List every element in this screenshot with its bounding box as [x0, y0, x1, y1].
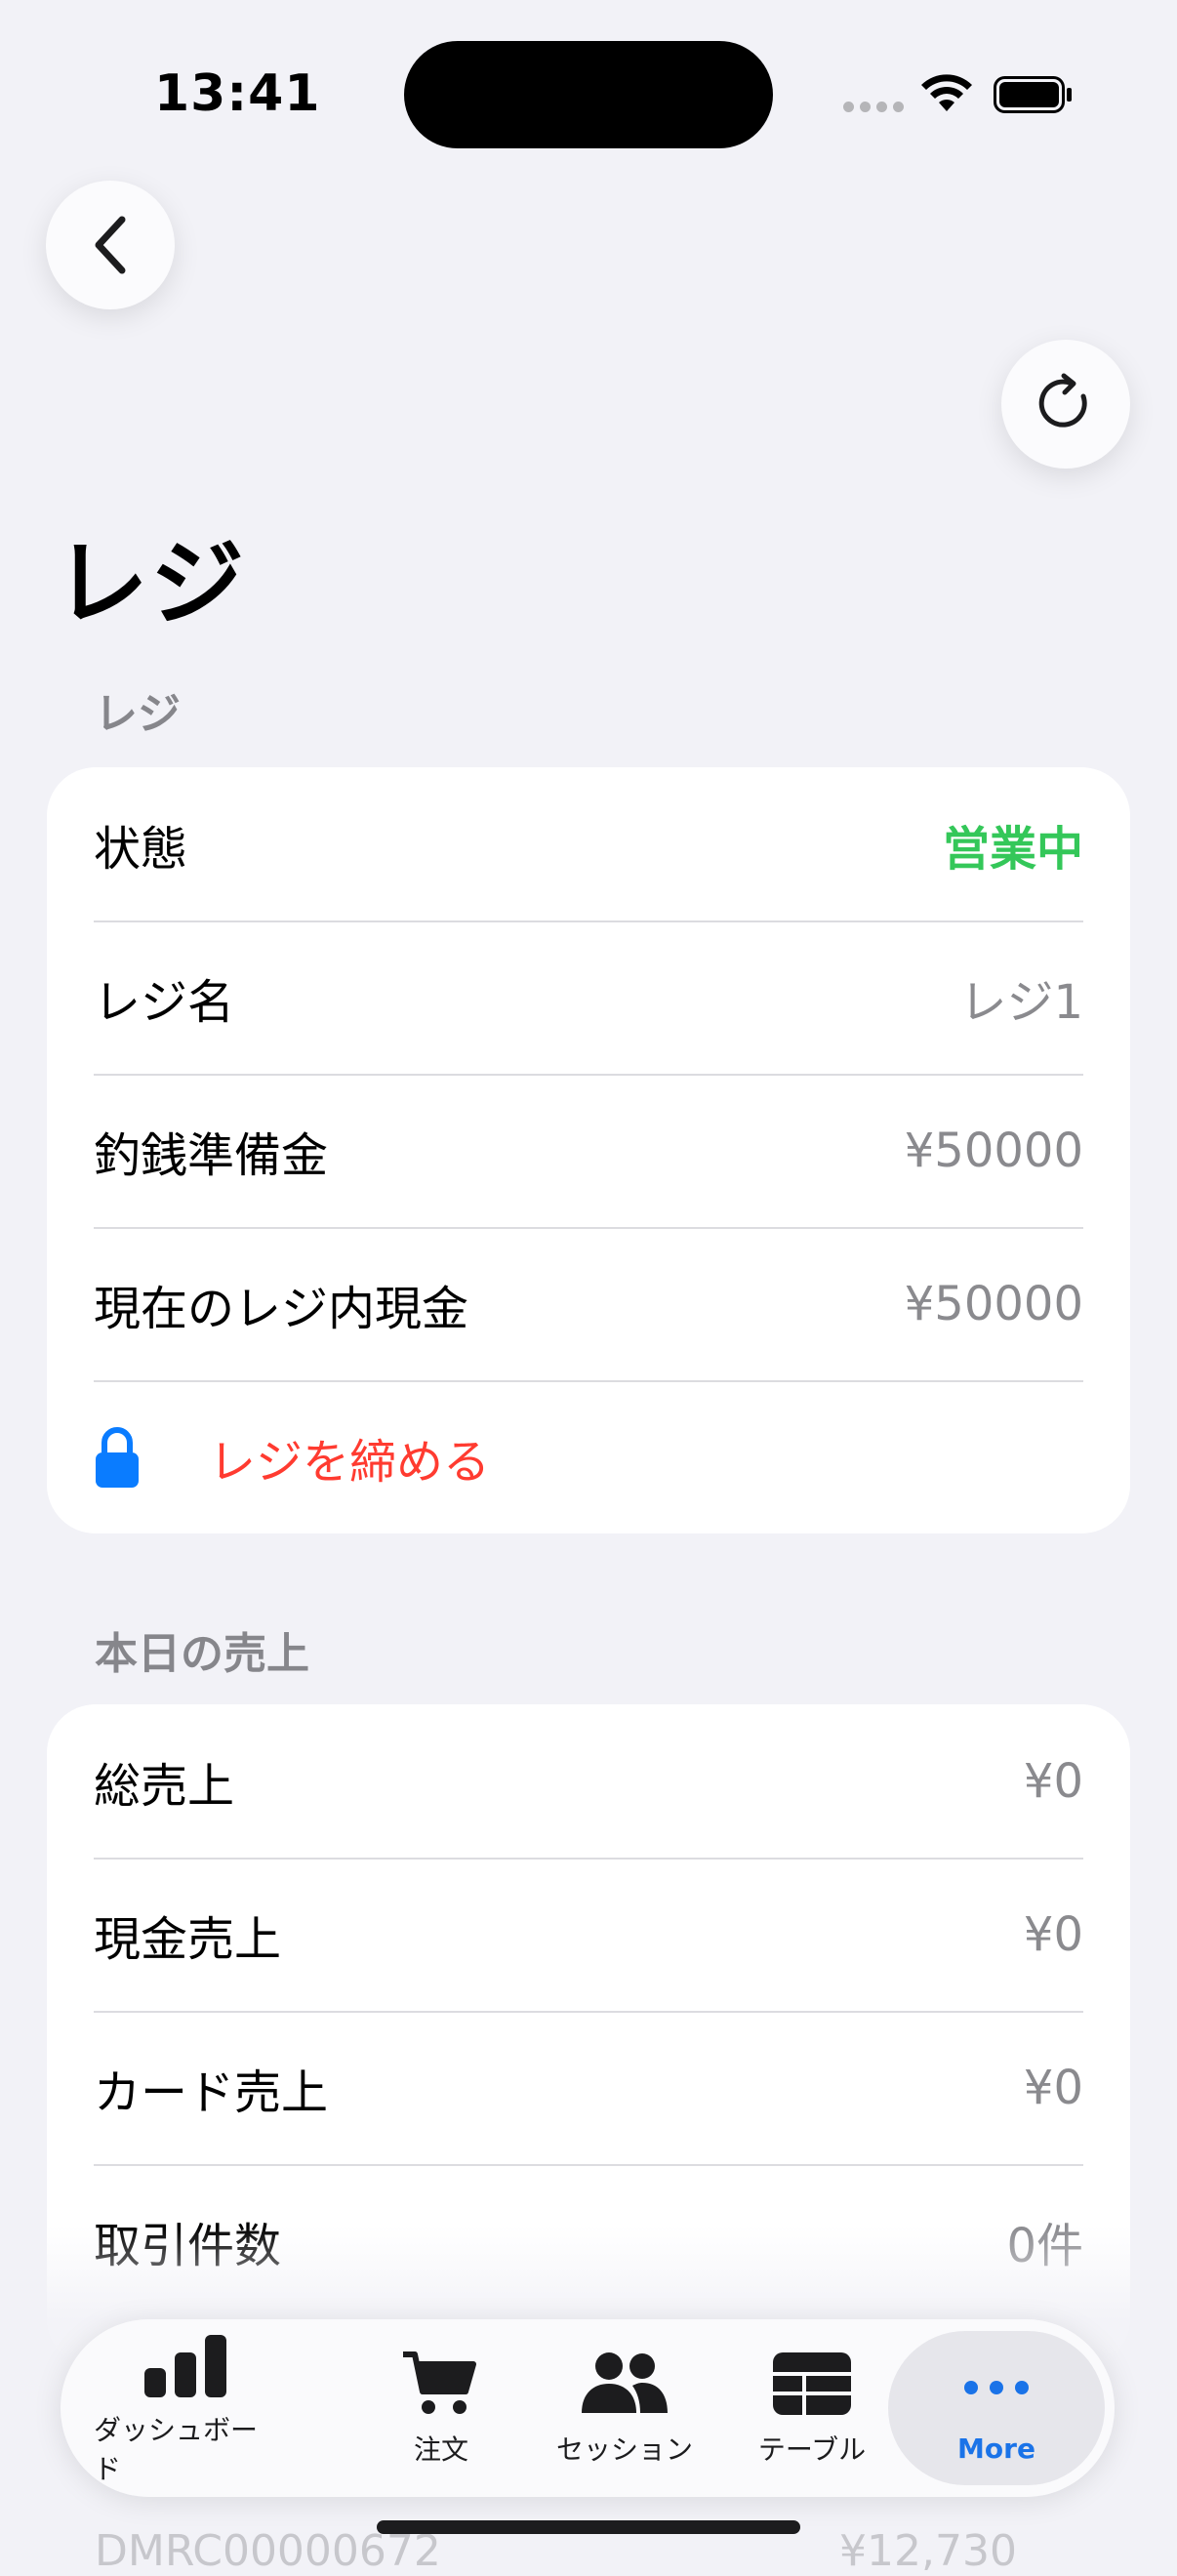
tab-bar: ダッシュボード 注文 セッション テーブル More	[61, 2319, 1115, 2497]
card-sales-label: カード売上	[94, 2065, 329, 2120]
refresh-button[interactable]	[1001, 340, 1130, 469]
more-icon	[964, 2380, 1029, 2394]
current-cash-row: 現在のレジ内現金 ¥50000	[47, 1227, 1130, 1380]
register-card: 状態 営業中 レジ名 レジ1 釣銭準備金 ¥50000 現在のレジ内現金 ¥50…	[47, 767, 1130, 1533]
sales-section-header: 本日の売上	[95, 1629, 309, 1679]
tab-sessions[interactable]: セッション	[547, 2319, 703, 2497]
status-row: 状態 営業中	[47, 767, 1130, 920]
table-icon	[773, 2352, 851, 2415]
battery-icon	[994, 76, 1072, 113]
cash-sales-value: ¥0	[1023, 1906, 1083, 1962]
change-fund-value: ¥50000	[904, 1123, 1083, 1178]
total-sales-row: 総売上 ¥0	[47, 1704, 1130, 1858]
tab-sessions-label: セッション	[555, 2433, 693, 2466]
status-badge: 営業中	[942, 821, 1083, 877]
status-time: 13:41	[154, 64, 321, 123]
cash-sales-label: 現金売上	[94, 1911, 282, 1967]
tab-orders[interactable]: 注文	[383, 2319, 500, 2497]
page-title: レジ	[55, 529, 246, 638]
card-sales-value: ¥0	[1023, 2060, 1083, 2115]
current-cash-value: ¥50000	[904, 1276, 1083, 1331]
home-indicator[interactable]	[377, 2520, 800, 2534]
status-bar: 13:41	[0, 0, 1177, 166]
tab-more-label: More	[957, 2432, 1035, 2465]
tab-tables[interactable]: テーブル	[744, 2319, 880, 2497]
dynamic-island	[404, 41, 773, 148]
register-name-label: レジ名	[94, 974, 235, 1030]
total-sales-value: ¥0	[1023, 1753, 1083, 1809]
tab-dashboard[interactable]: ダッシュボード	[94, 2319, 277, 2497]
current-cash-label: 現在のレジ内現金	[94, 1281, 469, 1336]
close-register-label: レジを締める	[209, 1434, 491, 1490]
card-sales-row: カード売上 ¥0	[47, 2011, 1130, 2164]
back-button[interactable]	[46, 181, 175, 309]
tab-tables-label: テーブル	[757, 2433, 867, 2466]
lock-icon	[96, 1426, 139, 1488]
change-fund-row: 釣銭準備金 ¥50000	[47, 1074, 1130, 1227]
bar-chart-icon	[144, 2335, 226, 2397]
tab-orders-label: 注文	[413, 2433, 468, 2466]
register-name-row: レジ名 レジ1	[47, 920, 1130, 1074]
total-sales-label: 総売上	[94, 1758, 235, 1814]
tab-dashboard-label: ダッシュボード	[94, 2414, 259, 2485]
cellular-signal-icon	[843, 102, 904, 112]
tab-more[interactable]: More	[888, 2319, 1105, 2497]
transaction-amount: ¥12,730	[839, 2526, 1017, 2576]
cash-sales-row: 現金売上 ¥0	[47, 1858, 1130, 2011]
chevron-left-icon	[95, 216, 126, 274]
change-fund-label: 釣銭準備金	[94, 1127, 329, 1183]
people-icon	[582, 2352, 668, 2413]
wifi-icon	[921, 74, 972, 111]
register-section-header: レジ	[95, 689, 181, 739]
refresh-icon	[1038, 373, 1087, 428]
status-label: 状態	[94, 821, 188, 877]
cart-icon	[403, 2351, 476, 2414]
close-register-button[interactable]: レジを締める	[47, 1380, 1130, 1533]
register-name-value: レジ1	[959, 974, 1083, 1030]
